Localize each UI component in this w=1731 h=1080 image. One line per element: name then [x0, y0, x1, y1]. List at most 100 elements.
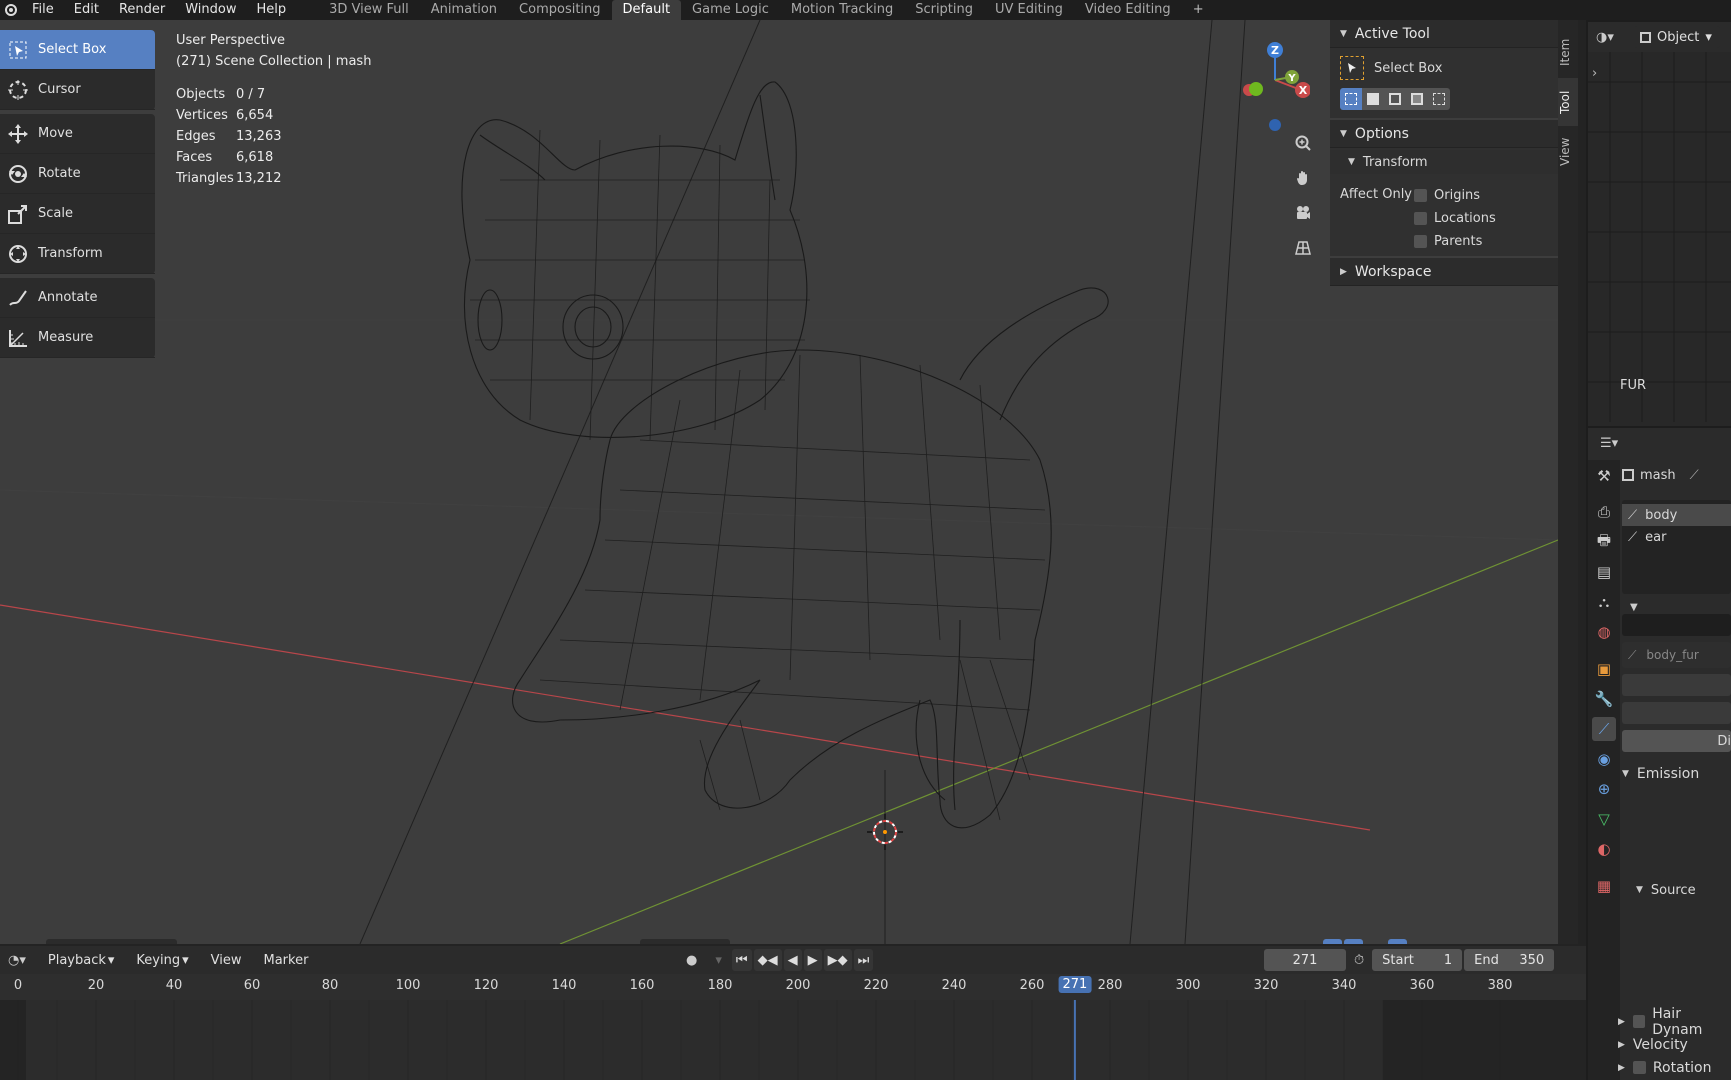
tool-annotate[interactable]: Annotate: [0, 278, 155, 318]
menu-window[interactable]: Window: [175, 0, 246, 20]
checkbox-locations[interactable]: Locations: [1414, 207, 1496, 230]
timeline-editor-icon[interactable]: ◔▾: [0, 949, 34, 971]
texture-icon[interactable]: ▦: [1592, 874, 1616, 898]
constraints-icon[interactable]: ⊕: [1592, 777, 1616, 801]
particle-system-list[interactable]: ⟋ body ⟋ ear: [1622, 500, 1731, 594]
viewport-menu-add[interactable]: Add: [310, 939, 351, 945]
tool-cursor[interactable]: Cursor: [0, 70, 155, 110]
scene-icon[interactable]: ⛬: [1592, 590, 1616, 614]
play-reverse-icon[interactable]: ◀: [783, 949, 802, 971]
record-keyframe-icon[interactable]: ●: [678, 949, 705, 971]
end-frame-field[interactable]: End 350: [1464, 949, 1555, 971]
tool-rotate[interactable]: Rotate: [0, 154, 155, 194]
tool-scale[interactable]: Scale: [0, 194, 155, 234]
node-editor-area[interactable]: ◑▾ Object ▾ › FUR: [1588, 22, 1731, 426]
physics-icon[interactable]: ◉: [1592, 747, 1616, 771]
transform-subheader[interactable]: ▼ Transform: [1330, 150, 1558, 174]
workspace-tab-game-logic[interactable]: Game Logic: [681, 0, 780, 20]
tab-item[interactable]: Item: [1558, 28, 1578, 76]
viewport-menu-view[interactable]: View: [187, 939, 234, 945]
properties-editor-type-icon[interactable]: ☰▾: [1600, 436, 1618, 451]
checkbox-box[interactable]: [1414, 189, 1427, 202]
mode-invert-icon[interactable]: [1406, 88, 1428, 110]
active-tool-header[interactable]: ▼ Active Tool: [1330, 20, 1558, 48]
particle-settings-name[interactable]: body_fur: [1646, 648, 1698, 662]
play-icon[interactable]: ▶: [803, 949, 822, 971]
timeline-menu-playback[interactable]: Playback ▾: [40, 949, 123, 971]
checkbox-parents[interactable]: Parents: [1414, 230, 1496, 253]
add-workspace-button[interactable]: +: [1182, 0, 1215, 20]
object-icon[interactable]: ▣: [1592, 657, 1616, 681]
source-header[interactable]: ▼ Source: [1622, 876, 1731, 904]
emission-header[interactable]: ▼ Emission: [1622, 760, 1731, 788]
rotation-checkbox[interactable]: [1632, 1061, 1646, 1074]
perspective-toggle-icon[interactable]: [1288, 233, 1318, 263]
tool-measure[interactable]: Measure: [0, 318, 155, 358]
tab-tool[interactable]: Tool: [1558, 78, 1578, 126]
view-layer-icon[interactable]: ▤: [1592, 560, 1616, 584]
tool-settings-icon[interactable]: ⚒: [1592, 464, 1616, 488]
mode-subtract-icon[interactable]: [1384, 88, 1406, 110]
pan-hand-icon[interactable]: [1288, 163, 1318, 193]
tool-select-box[interactable]: Select Box: [0, 30, 155, 70]
clock-icon[interactable]: ⏱: [1354, 953, 1364, 968]
timeline-ruler[interactable]: 0 20 40 60 80 100 120 140 160 180 200 220 240 260 271 2…: [0, 974, 1586, 1000]
workspace-tab-animation[interactable]: Animation: [420, 0, 508, 20]
falloff-icon[interactable]: ⋀: [848, 939, 869, 945]
prev-keyframe-icon[interactable]: ◆◀: [753, 949, 782, 971]
material-shading-icon[interactable]: ◑: [1430, 939, 1449, 945]
di-button[interactable]: Di: [1622, 730, 1731, 752]
settings-row-2[interactable]: [1622, 702, 1731, 724]
tab-view[interactable]: View: [1558, 128, 1578, 176]
snap-element-icon[interactable]: ☰▾: [791, 939, 819, 945]
timeline-track[interactable]: [0, 1000, 1586, 1080]
pivot-point-icon[interactable]: ⊘▾: [734, 939, 761, 945]
workspace-tab-compositing[interactable]: Compositing: [508, 0, 612, 20]
viewport-menu-select[interactable]: Select: [244, 939, 300, 945]
object-mode-dropdown[interactable]: Object Mode ▾: [45, 939, 178, 944]
camera-view-icon[interactable]: [1288, 198, 1318, 228]
modifier-icon[interactable]: 🔧: [1592, 687, 1616, 711]
zoom-icon[interactable]: [1288, 128, 1318, 158]
data-icon[interactable]: ▽: [1592, 807, 1616, 831]
xray-icon[interactable]: ▣: [1365, 939, 1385, 945]
hair-dynamics-panel[interactable]: ▶ Hair Dynam: [1618, 1006, 1731, 1038]
options-header[interactable]: ▼ Options: [1330, 120, 1558, 148]
editor-type-icon[interactable]: ⌗▾: [4, 939, 34, 945]
workspace-tab-3d-view-full[interactable]: 3D View Full: [318, 0, 420, 20]
timeline-menu-view[interactable]: View: [203, 949, 250, 971]
particle-settings-field[interactable]: [1622, 614, 1731, 636]
particles-icon[interactable]: ⟋: [1592, 717, 1616, 741]
jump-start-icon[interactable]: ⏮: [731, 949, 752, 971]
settings-row-1[interactable]: [1622, 674, 1731, 696]
wireframe-shading-icon[interactable]: ◍: [1387, 939, 1407, 944]
render-icon[interactable]: ⎙: [1592, 500, 1616, 524]
timeline-menu-marker[interactable]: Marker: [255, 949, 316, 971]
material-icon[interactable]: ◐: [1592, 837, 1616, 861]
next-keyframe-icon[interactable]: ▶◆: [823, 949, 852, 971]
checkbox-origins[interactable]: Origins: [1414, 184, 1496, 207]
workspace-tab-uv-editing[interactable]: UV Editing: [984, 0, 1074, 20]
gizmo-toggle-icon[interactable]: ⬏: [1323, 939, 1342, 944]
output-icon[interactable]: 🖶: [1592, 530, 1616, 554]
workspace-header[interactable]: ▶ Workspace: [1330, 258, 1558, 286]
tool-move[interactable]: Move: [0, 114, 155, 154]
rotation-panel[interactable]: ▶ Rotation: [1618, 1056, 1731, 1079]
world-icon[interactable]: ◍: [1592, 620, 1616, 644]
workspace-tab-video-editing[interactable]: Video Editing: [1074, 0, 1182, 20]
menu-render[interactable]: Render: [109, 0, 175, 20]
snap-icon[interactable]: ⊂: [766, 939, 787, 945]
transform-orientation-dropdown[interactable]: ⤡ Global ▾: [640, 939, 731, 944]
menu-file[interactable]: File: [22, 0, 64, 20]
mode-extend-icon[interactable]: [1362, 88, 1384, 110]
workspace-tab-scripting[interactable]: Scripting: [904, 0, 984, 20]
workspace-tab-default[interactable]: Default: [611, 0, 682, 20]
blender-logo-icon[interactable]: [0, 0, 22, 20]
checkbox-box[interactable]: [1414, 212, 1427, 225]
viewport-menu-object[interactable]: Object: [361, 939, 419, 945]
tool-transform[interactable]: Transform: [0, 234, 155, 274]
checkbox-box[interactable]: [1414, 235, 1427, 248]
particle-system-ear[interactable]: ⟋ ear: [1622, 526, 1731, 548]
timeline-menu-keying[interactable]: Keying ▾: [128, 949, 196, 971]
jump-end-icon[interactable]: ⏭: [853, 949, 874, 971]
